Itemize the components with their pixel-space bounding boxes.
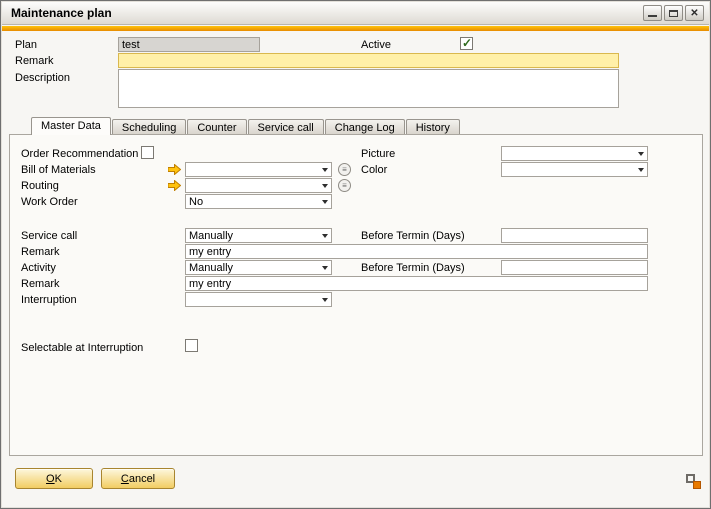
cancel-button-label-key: C [121,473,129,485]
maximize-button[interactable] [664,5,683,21]
interruption-combo[interactable] [185,292,332,307]
picture-label: Picture [361,148,395,160]
choose-from-list-icon[interactable] [338,163,351,176]
activity-label: Activity [21,262,56,274]
remark-field[interactable] [118,53,619,68]
window-controls: ✕ [643,5,704,21]
active-checkbox[interactable] [460,37,473,50]
tab-change-log[interactable]: Change Log [325,119,405,135]
service-remark-label: Remark [21,246,60,258]
chevron-down-icon [638,168,644,172]
maximize-icon [669,10,678,17]
service-before-termin-field[interactable] [501,228,648,243]
master-data-panel [9,134,703,456]
close-button[interactable]: ✕ [685,5,704,21]
cancel-button[interactable]: Cancel [101,468,175,489]
chevron-down-icon [638,152,644,156]
activity-remark-label: Remark [21,278,60,290]
bill-of-materials-label: Bill of Materials [21,164,96,176]
chevron-down-icon [322,234,328,238]
cancel-button-label-rest: ancel [129,473,155,485]
choose-from-list-icon[interactable] [338,179,351,192]
picture-combo[interactable] [501,146,648,161]
routing-label: Routing [21,180,59,192]
minimize-icon [648,15,657,17]
tab-service-call[interactable]: Service call [248,119,324,135]
resize-grip-square-filled [693,481,701,489]
chevron-down-icon [322,200,328,204]
order-recommendation-checkbox[interactable] [141,146,154,159]
chevron-down-icon [322,298,328,302]
resize-grip-icon[interactable] [685,473,702,490]
accent-bar [2,26,709,31]
activity-combo[interactable]: Manually [185,260,332,275]
work-order-combo[interactable]: No [185,194,332,209]
ok-button-label-key: O [46,473,55,485]
bill-of-materials-combo[interactable] [185,162,332,177]
title-bar[interactable]: Maintenance plan [2,2,709,25]
activity-before-termin-field[interactable] [501,260,648,275]
tab-counter[interactable]: Counter [187,119,246,135]
work-order-combo-value: No [189,196,203,208]
routing-combo[interactable] [185,178,332,193]
link-arrow-icon[interactable] [168,164,181,175]
active-label: Active [361,39,391,51]
plan-label: Plan [15,39,37,51]
service-before-termin-label: Before Termin (Days) [361,230,465,242]
link-arrow-icon[interactable] [168,180,181,191]
tab-master-data[interactable]: Master Data [31,117,111,135]
selectable-at-interruption-checkbox[interactable] [185,339,198,352]
description-field[interactable] [118,69,619,108]
tab-strip: Master Data Scheduling Counter Service c… [31,117,461,135]
color-label: Color [361,164,387,176]
chevron-down-icon [322,266,328,270]
interruption-label: Interruption [21,294,77,306]
service-call-combo[interactable]: Manually [185,228,332,243]
service-call-combo-value: Manually [189,230,233,242]
service-remark-field[interactable]: my entry [185,244,648,259]
selectable-at-interruption-label: Selectable at Interruption [21,342,143,354]
close-icon: ✕ [686,6,703,20]
work-order-label: Work Order [21,196,78,208]
ok-button[interactable]: OK [15,468,93,489]
maintenance-plan-window: Maintenance plan ✕ Plan test Active Rema… [0,0,711,509]
activity-before-termin-label: Before Termin (Days) [361,262,465,274]
ok-button-label-rest: K [55,473,62,485]
description-label: Description [15,72,70,84]
chevron-down-icon [322,184,328,188]
service-call-label: Service call [21,230,77,242]
tab-history[interactable]: History [406,119,460,135]
minimize-button[interactable] [643,5,662,21]
plan-field[interactable]: test [118,37,260,52]
chevron-down-icon [322,168,328,172]
tab-scheduling[interactable]: Scheduling [112,119,186,135]
window-title: Maintenance plan [11,6,112,20]
order-recommendation-label: Order Recommendation [21,148,138,160]
color-combo[interactable] [501,162,648,177]
activity-combo-value: Manually [189,262,233,274]
remark-label: Remark [15,55,54,67]
activity-remark-field[interactable]: my entry [185,276,648,291]
